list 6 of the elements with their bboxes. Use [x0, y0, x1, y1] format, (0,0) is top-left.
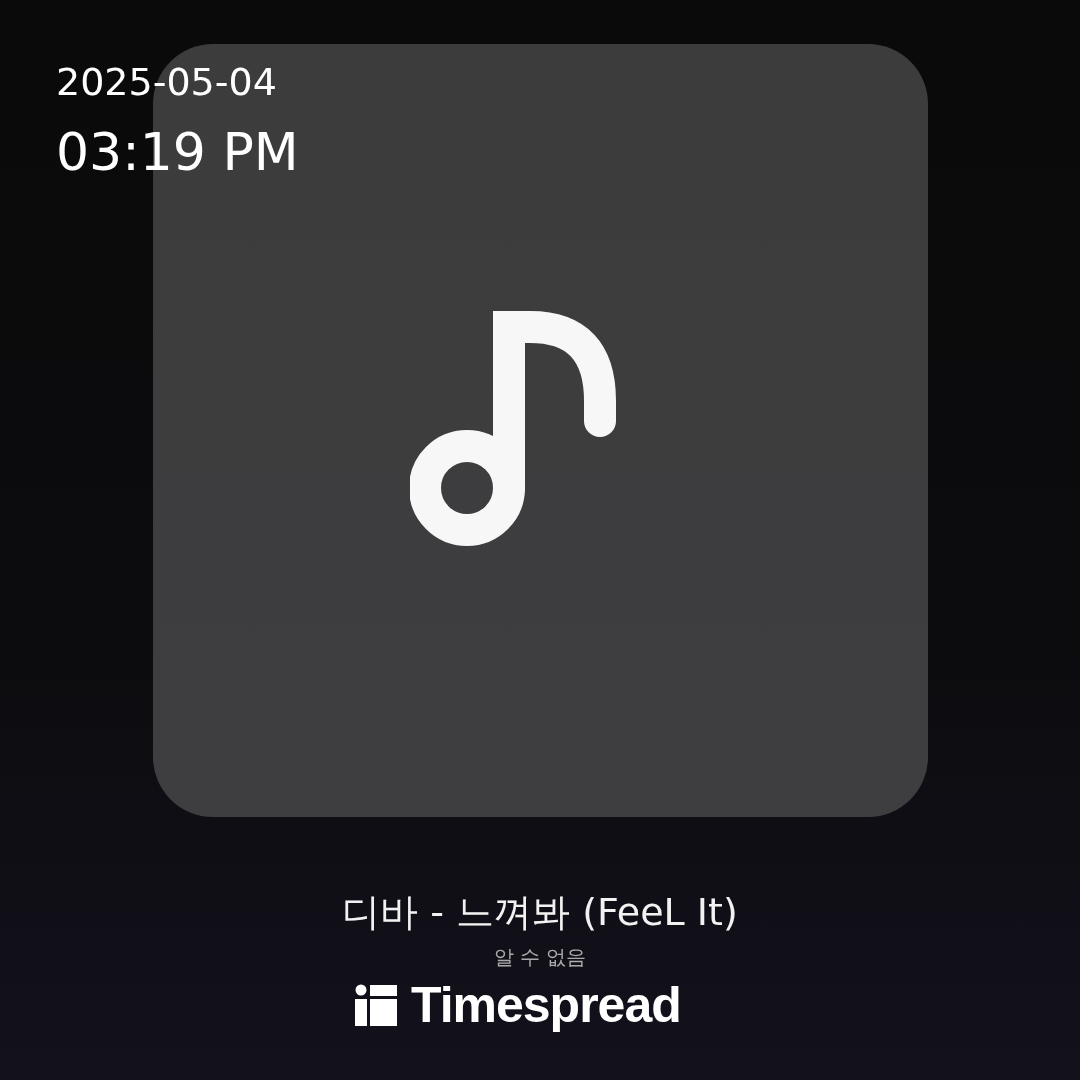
logo-icon — [355, 984, 397, 1026]
track-title: 디바 - 느껴봐 (FeeL It) — [342, 889, 738, 936]
track-artist: 알 수 없음 — [493, 944, 587, 971]
stamp-date: 2025-05-04 — [56, 60, 278, 104]
logo-text: Timespread — [411, 980, 681, 1030]
stamp-time: 03:19 PM — [56, 122, 299, 182]
